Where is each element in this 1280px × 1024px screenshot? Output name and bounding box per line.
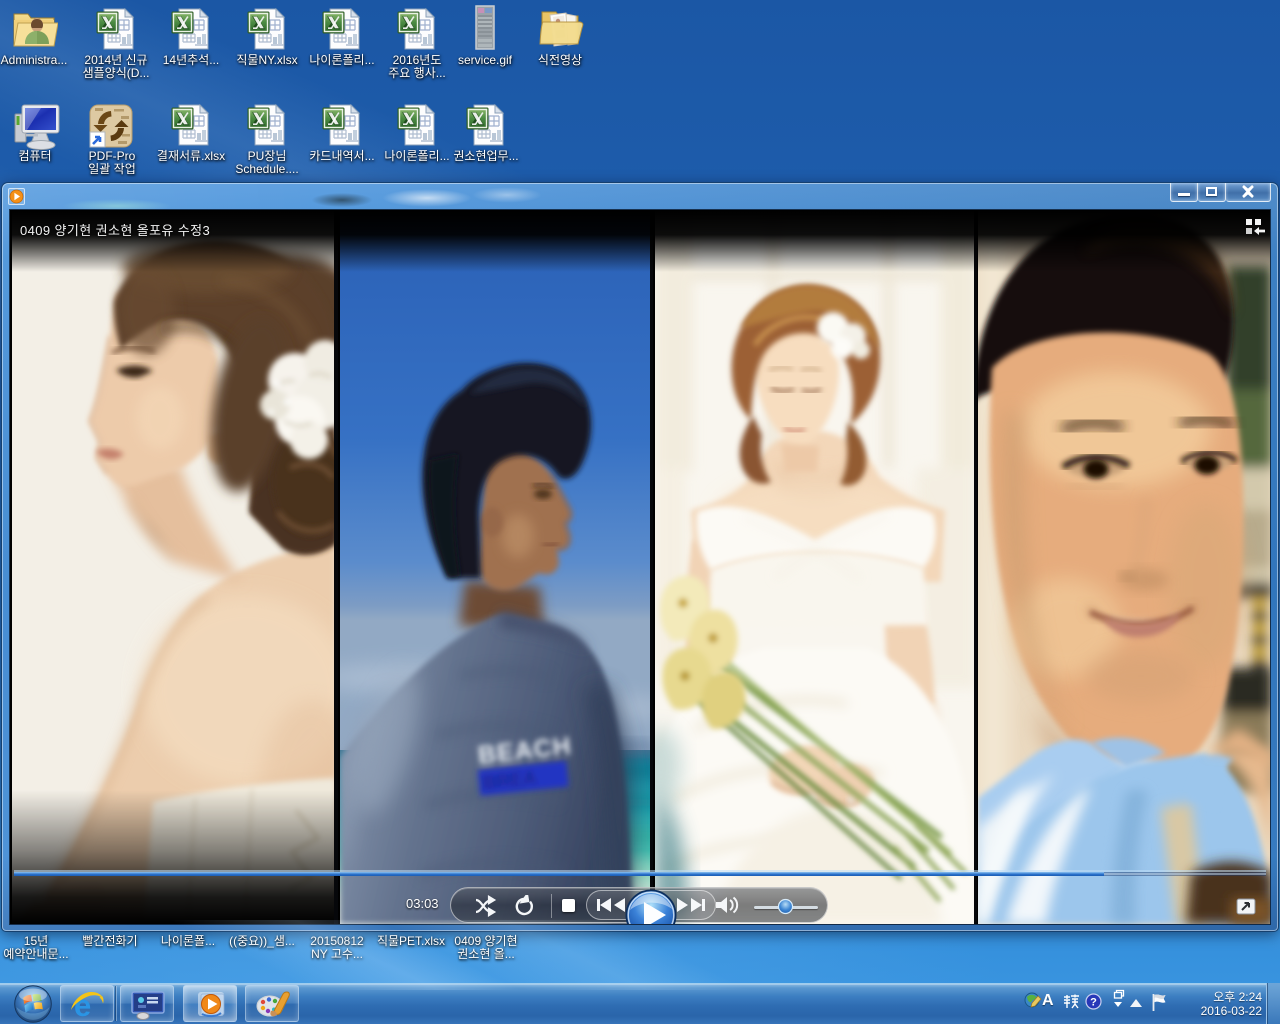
svg-text:?: ?: [1090, 997, 1097, 1009]
